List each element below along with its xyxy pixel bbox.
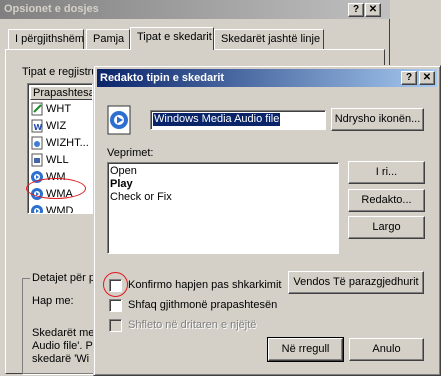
list-item[interactable]: Check or Fix	[110, 191, 172, 204]
list-item[interactable]: Open	[110, 165, 137, 178]
tab-file-types[interactable]: Tipat e skedarit	[130, 27, 214, 50]
details-text-line: Skedarët me	[32, 327, 95, 339]
registered-types-label: Tipat e regjistru	[22, 66, 98, 78]
generic-document-icon	[31, 153, 43, 167]
list-item[interactable]: Play	[110, 178, 133, 191]
file-type-name-field[interactable]: Windows Media Audio file	[150, 110, 326, 130]
edit-action-button[interactable]: Redakto...	[348, 189, 425, 212]
edit-file-type-dialog: Redakto tipin e skedarit ? ✕ Windows Med…	[93, 65, 441, 376]
tab-offline-files[interactable]: Skedarët jashtë linje	[214, 29, 324, 49]
remove-action-button[interactable]: Largo	[348, 216, 425, 239]
details-text-line: skedarë 'Wi	[32, 353, 90, 365]
list-item[interactable]: WLL	[30, 152, 92, 169]
actions-label: Veprimet:	[107, 147, 154, 159]
cancel-button[interactable]: Anulo	[349, 338, 424, 361]
annotation-highlight	[26, 178, 86, 199]
help-button[interactable]: ?	[348, 3, 364, 17]
details-text-line: Audio file'. Pa	[32, 340, 99, 352]
window-title: Opsionet e dosjes	[4, 3, 99, 15]
media-player-icon	[31, 205, 43, 213]
annotation-highlight	[103, 272, 128, 297]
dialog-title-bar: Redakto tipin e skedarit	[97, 69, 437, 87]
document-pen-icon	[31, 102, 43, 116]
extension-label: WLL	[46, 154, 69, 166]
extension-label: WMD	[46, 205, 74, 214]
details-group-label: Detajet për p	[30, 272, 97, 284]
tab-general[interactable]: I përgjithshëm	[8, 29, 84, 49]
ok-button[interactable]: Në rregull	[267, 337, 344, 362]
always-show-extension-label[interactable]: Shfaq gjithmonë prapashtesën	[128, 299, 277, 311]
help-button[interactable]: ?	[401, 71, 417, 85]
tab-view[interactable]: Pamja	[86, 29, 130, 49]
html-document-icon	[31, 136, 43, 150]
extension-label: WHT	[46, 103, 72, 115]
extensions-column-header[interactable]: Prapashtesat	[30, 86, 92, 100]
dialog-title: Redakto tipin e skedarit	[100, 72, 225, 84]
list-item[interactable]: W WIZ	[30, 118, 92, 135]
svg-text:W: W	[34, 123, 43, 132]
list-item[interactable]: WIZHT...	[30, 135, 92, 152]
set-default-button[interactable]: Vendos Të parazgjedhurit	[288, 271, 424, 294]
browse-same-window-label: Shfleto në dritaren e njëjtë	[128, 319, 257, 331]
extension-label: WIZ	[46, 120, 67, 132]
browse-same-window-checkbox[interactable]	[109, 319, 122, 332]
confirm-open-label[interactable]: Konfirmo hapjen pas shkarkimit	[128, 279, 281, 291]
close-button[interactable]: ✕	[365, 3, 381, 17]
file-type-name-value: Windows Media Audio file	[153, 113, 281, 126]
media-file-icon	[107, 105, 131, 135]
always-show-extension-checkbox[interactable]	[109, 299, 122, 312]
word-document-icon: W	[31, 119, 43, 133]
opens-with-label: Hap me:	[32, 295, 74, 307]
folder-options-title-bar: Opsionet e dosjes	[0, 0, 390, 19]
actions-list[interactable]: Open Play Check or Fix	[107, 162, 339, 254]
close-button[interactable]: ✕	[419, 71, 435, 85]
new-action-button[interactable]: I ri...	[348, 161, 425, 184]
extension-label: WIZHT...	[46, 137, 89, 149]
change-icon-button[interactable]: Ndrysho ikonën...	[331, 108, 424, 131]
list-item[interactable]: WHT	[30, 101, 92, 118]
list-item[interactable]: WMD	[30, 203, 92, 214]
